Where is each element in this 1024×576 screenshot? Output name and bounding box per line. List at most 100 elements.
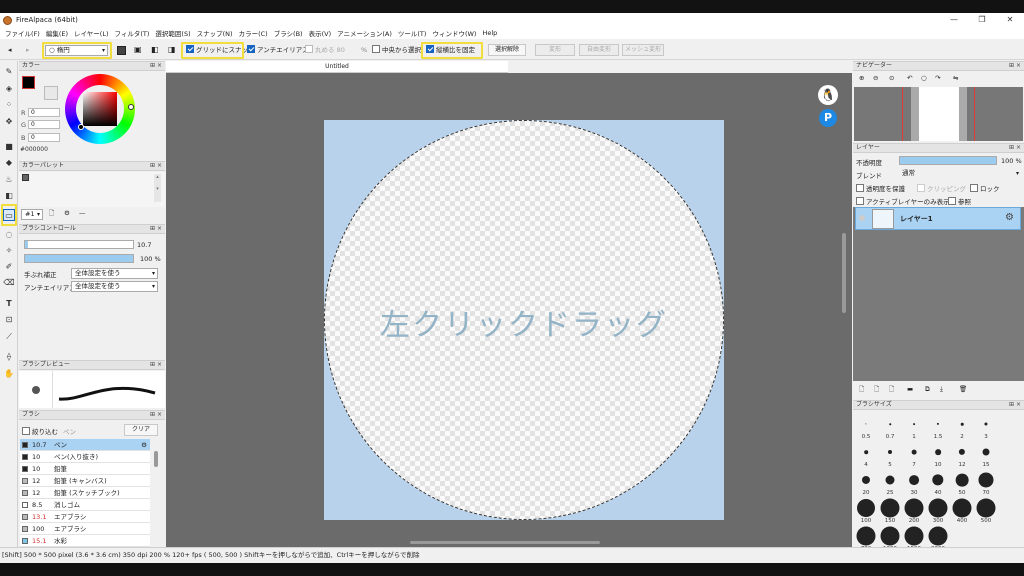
layer-row[interactable]: レイヤー1 ⚙	[855, 207, 1021, 230]
stabilizer-select[interactable]: 全体設定を使う	[71, 268, 158, 279]
brush-list-item[interactable]: 13.1 エアブラシ	[20, 511, 150, 523]
deselect-button[interactable]: 選択解除	[488, 44, 526, 56]
brush-list-scrollbar[interactable]	[154, 451, 158, 467]
magic-wand-tool-icon[interactable]: ✧	[3, 245, 15, 257]
brush-size-cell[interactable]: 1.5	[926, 413, 950, 441]
duplicate-layer-icon[interactable]: ⧉	[925, 385, 930, 394]
pin-icon[interactable]: ⊞ ×	[150, 225, 162, 233]
select-add-icon[interactable]: ▣	[134, 44, 142, 56]
b-input[interactable]: 0	[28, 133, 60, 142]
protect-alpha-checkbox[interactable]: 透明度を保護	[856, 183, 905, 193]
gradient-tool-icon[interactable]: ◧	[3, 190, 15, 202]
select-subtract-icon[interactable]: ◧	[151, 44, 159, 56]
brush-size-cell[interactable]: 12	[950, 441, 974, 469]
zoom-fit-icon[interactable]: ⊙	[889, 74, 894, 82]
menu-edit[interactable]: 編集(E)	[43, 28, 71, 38]
brush-size-cell[interactable]: 40	[926, 469, 950, 497]
brush-size-cell[interactable]: 0.7	[878, 413, 902, 441]
brush-filter-input[interactable]: ペン	[63, 426, 76, 436]
brush-aa-select[interactable]: 全体設定を使う	[71, 281, 158, 292]
palette-settings-icon[interactable]: ⚙	[64, 209, 70, 217]
blend-select[interactable]: 通常	[899, 169, 1021, 180]
close-button[interactable]: ✕	[996, 13, 1024, 27]
zoom-in-icon[interactable]: ⊕	[859, 74, 864, 82]
canvas-paper[interactable]: 左クリックドラッグ	[324, 120, 724, 520]
brush-size-cell[interactable]: 30	[902, 469, 926, 497]
pin-icon[interactable]: ⊞ ×	[1009, 62, 1021, 70]
alpaca-icon[interactable]: 🐧	[818, 85, 838, 105]
brush-size-cell[interactable]: 70	[974, 469, 998, 497]
round-value[interactable]: 80	[337, 46, 345, 54]
mesh-transform-button[interactable]: メッシュ変形	[622, 44, 664, 56]
lasso-tool-icon[interactable]: ◌	[3, 229, 15, 241]
prev-icon[interactable]: ◂	[8, 44, 12, 56]
menu-file[interactable]: ファイル(F)	[2, 28, 43, 38]
brush-size-cell[interactable]: 20	[854, 469, 878, 497]
brush-list-item[interactable]: 8.5 消しゴム	[20, 499, 150, 511]
rotate-right-icon[interactable]: ↷	[935, 74, 940, 82]
antialias-checkbox[interactable]: アンチエイリアス	[247, 44, 309, 56]
sv-handle[interactable]	[78, 124, 84, 130]
canvas-vertical-scrollbar[interactable]	[842, 233, 846, 313]
transparent-swatch[interactable]	[44, 86, 58, 100]
eraser-tool-icon[interactable]: ◈	[3, 83, 15, 95]
brush-opacity-value[interactable]: 100 %	[140, 255, 161, 263]
hex-value[interactable]: #000000	[20, 146, 48, 153]
brush-list-item[interactable]: 12 鉛筆 (スケッチブック)	[20, 487, 150, 499]
r-input[interactable]: 0	[28, 108, 60, 117]
shape-tool-icon[interactable]: ■	[3, 141, 15, 153]
brush-list-item[interactable]: 10 鉛筆	[20, 463, 150, 475]
reference-checkbox[interactable]: 参照	[948, 196, 971, 206]
menu-filter[interactable]: フィルタ(T)	[112, 28, 153, 38]
brush-size-cell[interactable]: 200	[902, 497, 926, 525]
text-tool-icon[interactable]: T	[3, 298, 15, 310]
brush-size-cell[interactable]: 300	[926, 497, 950, 525]
bucket-tool-icon[interactable]: ◆	[3, 157, 15, 169]
free-transform-button[interactable]: 自由変形	[579, 44, 619, 56]
brush-clear-button[interactable]: クリア	[124, 424, 158, 436]
select-intersect-icon[interactable]: ◨	[168, 44, 176, 56]
hue-handle[interactable]	[128, 104, 134, 110]
select-new-icon[interactable]	[117, 46, 126, 55]
brush-size-cell[interactable]: 25	[878, 469, 902, 497]
layer-name[interactable]: レイヤー1	[900, 214, 933, 224]
brush-size-slider[interactable]	[24, 240, 134, 249]
merge-down-icon[interactable]: ⤓	[940, 385, 943, 394]
menu-selection[interactable]: 選択範囲(S)	[152, 28, 193, 38]
from-center-checkbox[interactable]: 中央から選択	[372, 44, 421, 56]
brush-opacity-slider[interactable]	[24, 254, 134, 263]
select-pen-icon[interactable]: ✐	[3, 261, 15, 273]
palette-new-icon[interactable]: 🗋	[49, 209, 54, 220]
new-layer-icon[interactable]: 🗋	[859, 385, 864, 396]
new-1bit-layer-icon[interactable]: 🗋	[889, 385, 894, 396]
brush-list-item[interactable]: 15.1 水彩	[20, 535, 150, 547]
hand-tool-icon[interactable]: ✋	[3, 368, 15, 380]
fill-tool-icon[interactable]: ♨	[3, 174, 15, 186]
brush-size-cell[interactable]: 10	[926, 441, 950, 469]
lock-checkbox[interactable]: ロック	[970, 183, 1000, 193]
saturation-square[interactable]	[83, 92, 117, 126]
menu-animation[interactable]: アニメーション(A)	[334, 28, 395, 38]
pin-icon[interactable]: ⊞ ×	[150, 162, 162, 170]
brush-filter-checkbox[interactable]: 絞り込む	[22, 426, 58, 436]
new-8bit-layer-icon[interactable]: 🗋	[874, 385, 879, 396]
pin-icon[interactable]: ⊞ ×	[150, 411, 162, 419]
palette-select[interactable]: #1	[21, 209, 43, 220]
brush-list-item[interactable]: 100 エアブラシ	[20, 523, 150, 535]
menu-window[interactable]: ウィンドウ(W)	[429, 28, 479, 38]
menu-help[interactable]: Help	[479, 29, 500, 37]
select-eraser-icon[interactable]: ⌫	[3, 277, 15, 289]
pixiv-icon[interactable]: P	[819, 109, 837, 127]
brush-list-item[interactable]: 12 鉛筆 (キャンバス)	[20, 475, 150, 487]
active-only-checkbox[interactable]: アクティブレイヤーのみ表示	[856, 196, 950, 206]
picker-tool-icon[interactable]: ⟠	[3, 351, 15, 363]
brush-settings-icon[interactable]: ⚙	[141, 439, 147, 451]
menu-snap[interactable]: スナップ(N)	[194, 28, 236, 38]
zoom-out-icon[interactable]: ⊖	[873, 74, 878, 82]
flip-icon[interactable]: ⇋	[953, 74, 958, 82]
menu-color[interactable]: カラー(C)	[236, 28, 271, 38]
brush-size-cell[interactable]: 50	[950, 469, 974, 497]
delete-layer-icon[interactable]: 🗑	[959, 385, 967, 393]
navigator-preview[interactable]	[854, 87, 1023, 141]
move-tool-icon[interactable]: ✥	[3, 116, 15, 128]
